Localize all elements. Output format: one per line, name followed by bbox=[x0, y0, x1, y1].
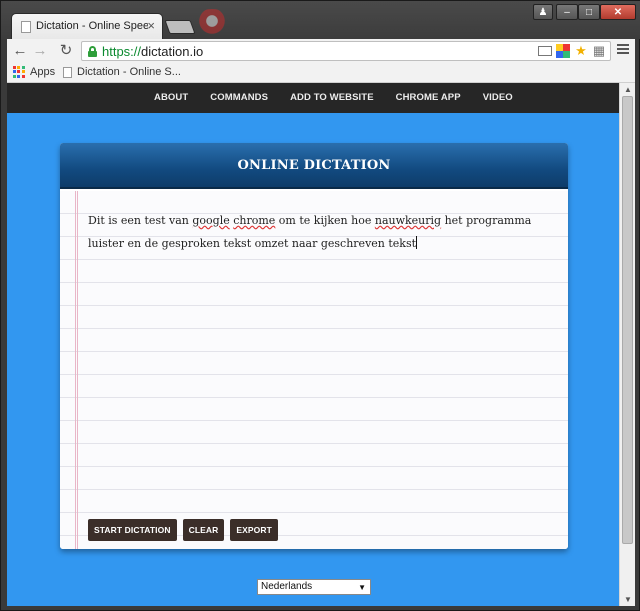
menu-icon[interactable] bbox=[615, 42, 631, 58]
page-icon bbox=[63, 66, 72, 78]
nav-chrome-app[interactable]: CHROME APP bbox=[396, 92, 461, 103]
dictation-panel: ONLINE DICTATION Dit is een test van goo… bbox=[60, 143, 568, 549]
dictation-textarea[interactable]: Dit is een test van google chrome om te … bbox=[88, 209, 550, 255]
misspelled-word: nauwkeurig bbox=[374, 214, 442, 227]
panel-title: ONLINE DICTATION bbox=[237, 158, 391, 173]
close-icon[interactable]: × bbox=[147, 18, 155, 33]
lock-icon bbox=[88, 46, 97, 57]
camera-icon[interactable] bbox=[538, 46, 552, 56]
bookmarks-bar: Apps Dictation - Online S... bbox=[7, 63, 635, 83]
scrollbar[interactable]: ▲ ▼ bbox=[619, 83, 635, 606]
panel-header: ONLINE DICTATION bbox=[60, 143, 568, 189]
reload-icon[interactable]: ↻ bbox=[57, 42, 75, 60]
chrome-logo-icon bbox=[191, 9, 233, 39]
nav-video[interactable]: VIDEO bbox=[483, 92, 513, 103]
clear-button[interactable]: CLEAR bbox=[182, 519, 225, 541]
nav-about[interactable]: ABOUT bbox=[154, 92, 188, 103]
misspelled-word: chrome bbox=[233, 214, 276, 227]
scroll-down-icon[interactable]: ▼ bbox=[624, 595, 632, 604]
close-window-button[interactable]: ✕ bbox=[600, 4, 636, 20]
star-icon[interactable]: ★ bbox=[574, 44, 588, 58]
title-bar: Dictation - Online Speech × ♟ – □ ✕ bbox=[1, 1, 640, 39]
margin-line bbox=[75, 191, 78, 549]
start-dictation-button[interactable]: START DICTATION bbox=[88, 519, 177, 541]
user-icon[interactable]: ♟ bbox=[533, 4, 553, 20]
page-icon bbox=[21, 21, 31, 33]
scroll-up-icon[interactable]: ▲ bbox=[624, 85, 632, 94]
site-nav: ABOUT COMMANDS ADD TO WEBSITE CHROME APP… bbox=[7, 83, 619, 113]
maximize-button[interactable]: □ bbox=[578, 4, 600, 20]
address-bar[interactable]: https://dictation.io ★ ▦ bbox=[81, 41, 611, 61]
nav-add-to-website[interactable]: ADD TO WEBSITE bbox=[290, 92, 374, 103]
back-arrow-icon[interactable]: ← bbox=[11, 42, 29, 60]
export-button[interactable]: EXPORT bbox=[230, 519, 278, 541]
browser-toolbar: ← → ↻ https://dictation.io ★ ▦ bbox=[7, 39, 635, 63]
apps-icon bbox=[13, 66, 25, 78]
language-select[interactable]: Nederlands ▼ bbox=[257, 579, 371, 595]
extension-icon[interactable] bbox=[556, 44, 570, 58]
minimize-button[interactable]: – bbox=[556, 4, 578, 20]
nav-commands[interactable]: COMMANDS bbox=[210, 92, 268, 103]
language-selected: Nederlands bbox=[261, 581, 313, 592]
browser-window: Dictation - Online Speech × ♟ – □ ✕ ← → … bbox=[0, 0, 640, 611]
misspelled-word: google bbox=[192, 214, 230, 227]
text-caret bbox=[416, 236, 418, 249]
translate-icon[interactable]: ▦ bbox=[592, 44, 606, 58]
chevron-down-icon: ▼ bbox=[358, 583, 366, 592]
bookmark-page-label: Dictation - Online S... bbox=[77, 66, 181, 78]
forward-arrow-icon[interactable]: → bbox=[31, 42, 49, 60]
tab-title: Dictation - Online Speech bbox=[36, 20, 148, 32]
bookmark-apps[interactable]: Apps bbox=[13, 66, 55, 78]
bookmark-apps-label: Apps bbox=[30, 66, 56, 78]
url-text: https://dictation.io bbox=[102, 44, 204, 59]
browser-tab[interactable]: Dictation - Online Speech × bbox=[11, 13, 163, 39]
bookmark-dictation[interactable]: Dictation - Online S... bbox=[63, 66, 181, 78]
page-viewport: ABOUT COMMANDS ADD TO WEBSITE CHROME APP… bbox=[7, 83, 635, 606]
scroll-thumb[interactable] bbox=[622, 96, 633, 544]
